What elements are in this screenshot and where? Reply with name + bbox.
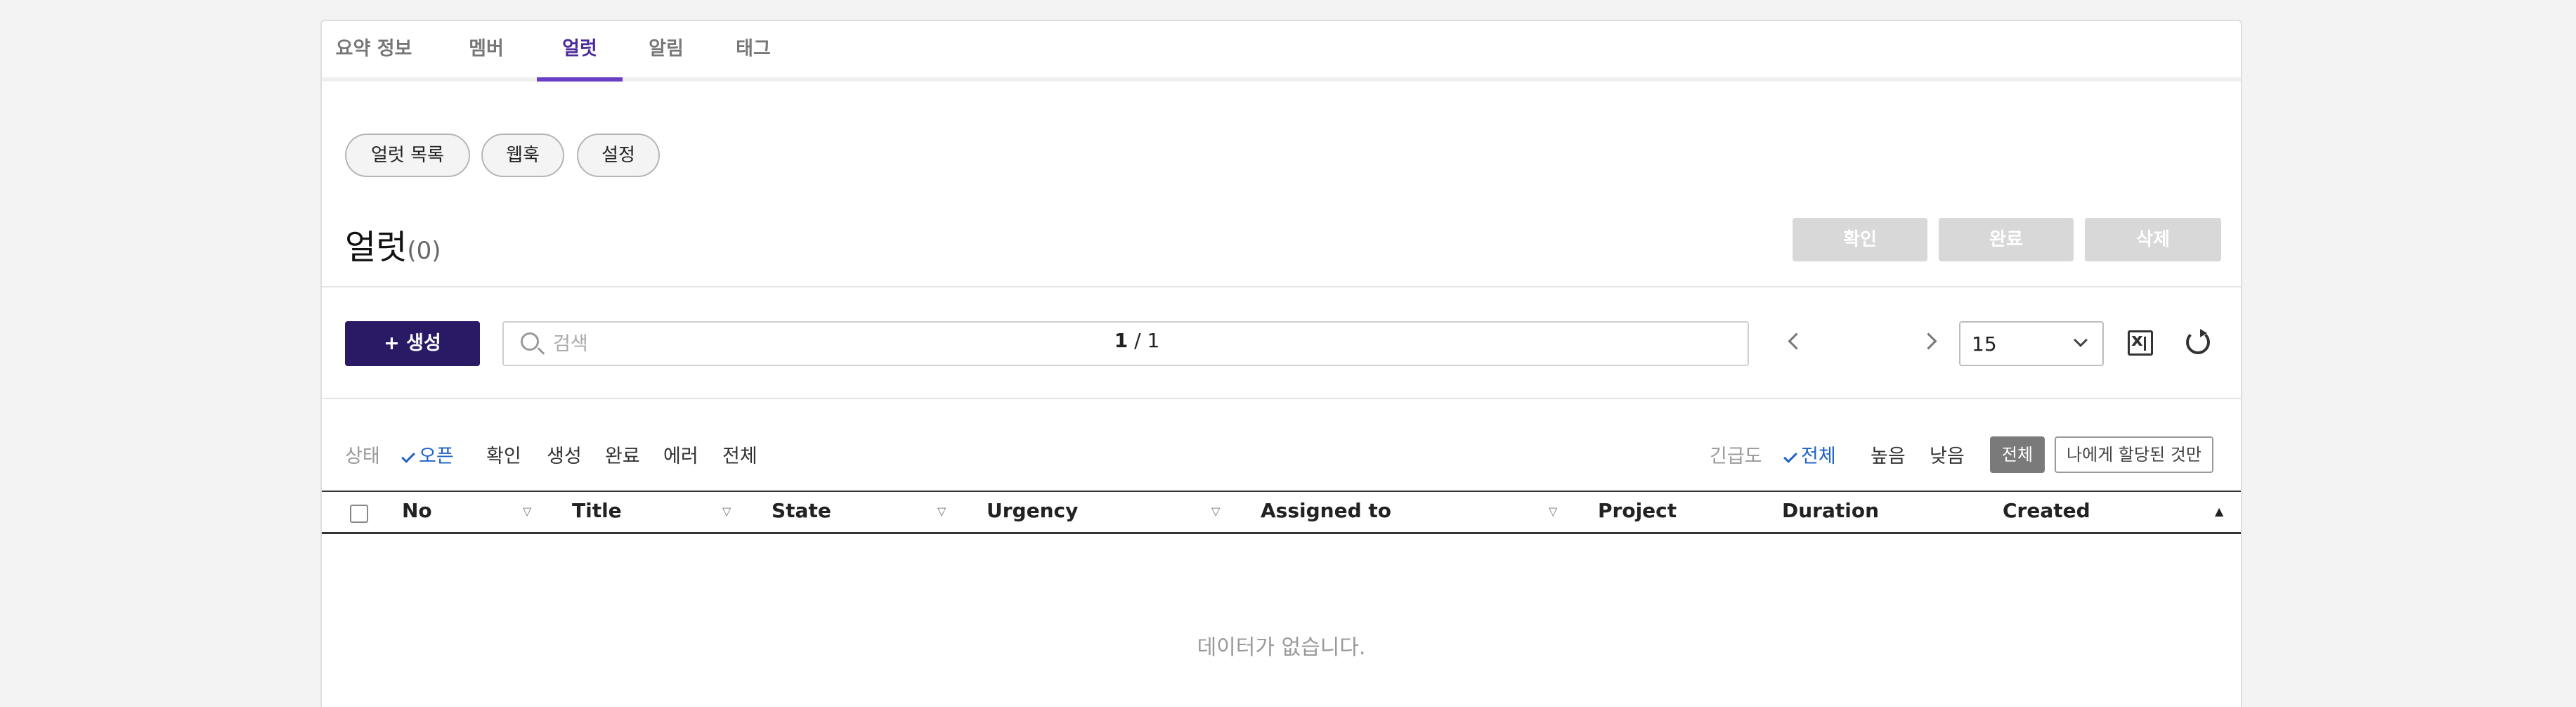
urgency-filter-all-label: 전체 xyxy=(1801,446,1836,467)
empty-state-text: 데이터가 없습니다. xyxy=(1197,635,1366,660)
search-icon xyxy=(521,332,539,351)
tab-tags[interactable]: 태그 xyxy=(729,21,777,82)
assign-filter-mine[interactable]: 나에게 할당된 것만 xyxy=(2055,436,2213,473)
confirm-button[interactable]: 확인 xyxy=(1793,218,1927,261)
column-assigned-to[interactable]: Assigned to xyxy=(1261,499,1391,522)
alert-count: (0) xyxy=(407,237,441,265)
alert-panel: 요약 정보 멤버 얼럿 알림 태그 얼럿 목록 웹훅 설정 얼럿(0) 확인 완… xyxy=(320,20,2242,707)
status-filter-open-label: 오픈 xyxy=(419,446,454,467)
tab-notifications[interactable]: 알림 xyxy=(642,21,690,82)
create-alert-button[interactable]: + 생성 xyxy=(345,321,480,366)
sort-ascending-icon[interactable]: ▲ xyxy=(2215,505,2223,518)
alert-list-button[interactable]: 얼럿 목록 xyxy=(345,134,470,177)
status-filter-completed[interactable]: 완료 xyxy=(605,441,640,468)
status-filter-created[interactable]: 생성 xyxy=(547,441,582,468)
check-icon xyxy=(1783,448,1797,463)
section-title-text: 얼럿 xyxy=(345,228,408,267)
chevron-down-icon xyxy=(2074,333,2088,347)
sort-icon[interactable]: ▽ xyxy=(523,505,531,518)
divider xyxy=(322,286,2241,287)
column-title[interactable]: Title xyxy=(572,499,622,522)
column-created[interactable]: Created xyxy=(2003,499,2090,522)
sort-icon[interactable]: ▽ xyxy=(1211,505,1220,518)
page-current: 1 xyxy=(1114,329,1128,352)
column-no[interactable]: No xyxy=(402,499,432,522)
status-filter-label: 상태 xyxy=(345,446,380,467)
tab-summary[interactable]: 요약 정보 xyxy=(332,21,416,82)
status-filter-all[interactable]: 전체 xyxy=(722,441,757,468)
assign-filter-all[interactable]: 전체 xyxy=(1990,436,2045,473)
column-duration: Duration xyxy=(1782,499,1880,522)
complete-button[interactable]: 완료 xyxy=(1939,218,2074,261)
prev-page-icon[interactable] xyxy=(1788,334,1800,346)
page-total: / 1 xyxy=(1134,329,1160,352)
urgency-filter-all[interactable]: 전체 xyxy=(1783,441,1836,468)
select-all-checkbox[interactable] xyxy=(350,505,368,523)
page-indicator: 1 / 1 xyxy=(1098,329,1176,352)
divider xyxy=(322,398,2241,399)
status-filter-confirmed[interactable]: 확인 xyxy=(486,441,521,468)
tab-bar: 요약 정보 멤버 얼럿 알림 태그 xyxy=(322,21,2241,82)
table-header: No ▽ Title ▽ State ▽ Urgency ▽ Assigned … xyxy=(322,491,2241,534)
column-state[interactable]: State xyxy=(772,499,831,522)
sort-icon[interactable]: ▽ xyxy=(1549,505,1557,518)
page-size-value: 15 xyxy=(1972,332,1997,356)
delete-button[interactable]: 삭제 xyxy=(2085,218,2221,261)
status-filter-open[interactable]: 오픈 xyxy=(401,441,454,468)
webhook-button[interactable]: 웹훅 xyxy=(481,134,564,177)
next-page-icon[interactable] xyxy=(1923,334,1935,346)
urgency-filter-high[interactable]: 높음 xyxy=(1871,441,1906,468)
column-project: Project xyxy=(1598,499,1677,522)
excel-icon[interactable] xyxy=(2128,330,2153,356)
tab-members[interactable]: 멤버 xyxy=(462,21,510,82)
sort-icon[interactable]: ▽ xyxy=(937,505,946,518)
urgency-filter-low[interactable]: 낮음 xyxy=(1930,441,1965,468)
status-filter-error[interactable]: 에러 xyxy=(663,441,698,468)
page-size-select[interactable]: 15 xyxy=(1959,321,2104,366)
sort-icon[interactable]: ▽ xyxy=(722,505,731,518)
urgency-filter-label: 긴급도 xyxy=(1710,446,1762,467)
refresh-icon[interactable] xyxy=(2186,329,2210,354)
column-urgency[interactable]: Urgency xyxy=(987,499,1078,522)
check-icon xyxy=(401,448,415,463)
settings-button[interactable]: 설정 xyxy=(577,134,660,177)
section-title: 얼럿(0) xyxy=(345,219,441,268)
tab-alerts[interactable]: 얼럿 xyxy=(537,21,623,82)
